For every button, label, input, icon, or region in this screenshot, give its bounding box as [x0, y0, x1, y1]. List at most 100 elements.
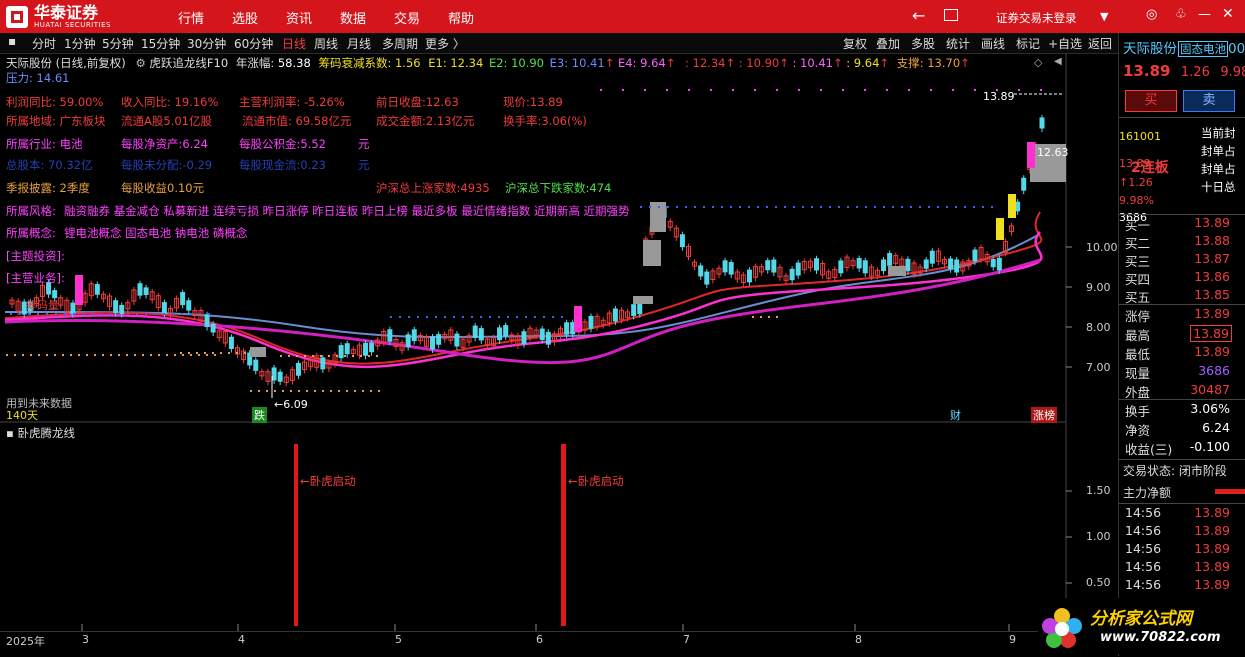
nav-data[interactable]: 数据	[340, 8, 366, 27]
lower-panel-icon[interactable]: ▪	[6, 426, 14, 440]
resistance-dot	[739, 206, 741, 208]
info-styles: 融资融券 基金减仓 私募新进 连续亏损 昨日涨停 昨日连板 昨日上榜 最近多板 …	[64, 204, 630, 218]
bid-row[interactable]: 买二 13.88	[1119, 233, 1245, 251]
nav-quotes[interactable]: 行情	[178, 8, 204, 27]
support-value: 支撑: 13.70	[896, 56, 961, 70]
sell-button[interactable]: 卖	[1183, 90, 1235, 112]
support-dot	[228, 352, 230, 354]
tool-draw[interactable]: 画线	[981, 35, 1005, 52]
period-daily[interactable]: 日线	[282, 35, 306, 52]
x-tick-8: 8	[855, 633, 862, 646]
resistance-dot	[462, 316, 464, 318]
high-price-label: 13.89	[983, 90, 1015, 103]
resistance-dot	[829, 206, 831, 208]
bid-row[interactable]: 买五 13.85	[1119, 287, 1245, 305]
period-timeshare[interactable]: 分时	[32, 35, 56, 52]
screen-icon[interactable]	[944, 9, 958, 21]
tool-mark[interactable]: 标记	[1016, 35, 1040, 52]
resistance-dot	[28, 313, 30, 315]
resistance-dot	[534, 316, 536, 318]
year-change-value: 58.38	[277, 56, 311, 70]
resistance-dot	[127, 313, 129, 315]
resistance-dot	[19, 313, 21, 315]
info-industry: 所属行业: 电池	[6, 137, 83, 151]
indicator-gear-icon[interactable]: ⚙	[135, 56, 145, 70]
period-1min[interactable]: 1分钟	[64, 35, 96, 52]
indicator-name[interactable]: 虎跃追龙线F10	[149, 56, 228, 70]
brand-name-cn: 华泰证券	[34, 2, 99, 22]
info-float-a: 流通A股5.01亿股	[121, 114, 212, 128]
stat-high: 最高 13.89	[1119, 325, 1245, 343]
nav-trade[interactable]: 交易	[394, 8, 420, 27]
nav-help[interactable]: 帮助	[448, 8, 474, 27]
stock-name[interactable]: 天际股份	[1123, 41, 1177, 57]
chip-box	[250, 347, 266, 357]
marker-dot	[842, 89, 844, 91]
candle-body	[277, 371, 283, 382]
support-dot	[182, 354, 184, 356]
finance-badge: 财	[950, 409, 961, 422]
period-monthly[interactable]: 月线	[347, 35, 371, 52]
low-price-label: ←6.09	[274, 398, 308, 411]
buy-button[interactable]: 买	[1125, 90, 1177, 112]
candle-body	[631, 304, 637, 317]
period-5min[interactable]: 5分钟	[102, 35, 134, 52]
period-30min[interactable]: 30分钟	[187, 35, 226, 52]
nav-stock-select[interactable]: 选股	[232, 8, 258, 27]
support-dot	[14, 354, 16, 356]
menu-icon[interactable]: ▪	[8, 34, 16, 48]
support-dot	[298, 390, 300, 392]
tool-stats[interactable]: 统计	[946, 35, 970, 52]
bid-row[interactable]: 买一 13.89	[1119, 215, 1245, 233]
period-60min[interactable]: 60分钟	[234, 35, 273, 52]
bid-row[interactable]: 买三 13.87	[1119, 251, 1245, 269]
tool-adjust[interactable]: 复权	[843, 35, 867, 52]
candle-body	[948, 258, 954, 270]
back-arrow-icon[interactable]: ←	[912, 6, 925, 25]
tool-add-watch[interactable]: +自选	[1048, 35, 1082, 52]
bid-row[interactable]: 买四 13.86	[1119, 269, 1245, 287]
watermark-url: www.70822.com	[1100, 630, 1221, 645]
candle-body	[253, 359, 259, 371]
top-bar: 华泰证券 HUATAI SECURITIES 行情 选股 资讯 数据 交易 帮助…	[0, 0, 1245, 33]
support-dot	[38, 354, 40, 356]
login-status[interactable]: 证券交易未登录	[996, 10, 1077, 26]
resistance-dot	[964, 206, 966, 208]
seal-line-1: 当前封	[1201, 126, 1236, 140]
candle-body	[405, 334, 411, 348]
candle-body	[789, 268, 795, 281]
period-multi[interactable]: 多周期	[382, 35, 418, 52]
support-dot	[150, 354, 152, 356]
headset-icon[interactable]: ◎	[1146, 7, 1157, 22]
candle-body	[862, 260, 868, 274]
info-turnover-rate: 换手率:3.06(%)	[503, 114, 587, 128]
candle-body	[679, 234, 685, 248]
minimize-icon[interactable]: —	[1198, 7, 1211, 22]
candle-body	[271, 367, 277, 381]
info-cur-price: 现价:13.89	[503, 95, 563, 109]
period-weekly[interactable]: 周线	[314, 35, 338, 52]
period-more[interactable]: 更多 〉	[425, 35, 465, 52]
period-15min[interactable]: 15分钟	[141, 35, 180, 52]
collapse-icon[interactable]: ◀	[1054, 56, 1062, 67]
info-profit-yoy: 利润同比: 59.00%	[6, 95, 104, 109]
resistance-dot	[399, 316, 401, 318]
candle-body	[795, 262, 801, 276]
tool-overlay[interactable]: 叠加	[876, 35, 900, 52]
nav-news[interactable]: 资讯	[286, 8, 312, 27]
stock-concept-tag[interactable]: 固态电池	[1178, 41, 1228, 57]
skin-icon[interactable]: ♧	[1175, 7, 1187, 22]
support-dot	[110, 354, 112, 356]
tool-multi-stock[interactable]: 多股	[911, 35, 935, 52]
chevron-down-icon[interactable]: ▼	[1100, 10, 1108, 23]
side-pct: 9.98%	[1119, 194, 1154, 207]
tool-back[interactable]: 返回	[1088, 35, 1112, 52]
diamond-icon[interactable]: ◇	[1034, 56, 1042, 69]
marker-dot	[600, 89, 602, 91]
resistance-dot	[199, 313, 201, 315]
close-icon[interactable]: ✕	[1222, 6, 1234, 22]
resistance-dot	[64, 313, 66, 315]
support-dot	[196, 352, 198, 354]
resistance-dot	[937, 206, 939, 208]
lower-indicator-name[interactable]: 卧虎腾龙线	[17, 426, 75, 440]
